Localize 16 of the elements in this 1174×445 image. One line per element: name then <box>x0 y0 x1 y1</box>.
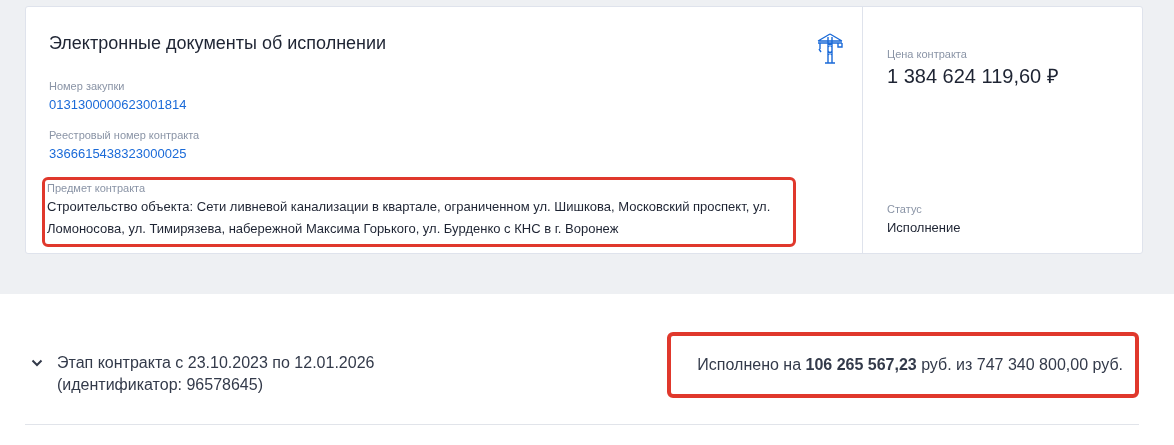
field-link[interactable]: 3366615438323000025 <box>49 143 839 165</box>
progress-text: Исполнено на 106 265 567,23 руб. из 747 340 800,00 руб. <box>697 356 1123 373</box>
field-label: Номер закупки <box>49 79 126 94</box>
stage-title: Этап контракта с 23.10.2023 по 12.01.2026 <box>57 353 375 373</box>
status-value: Исполнение <box>887 219 962 237</box>
crane-icon <box>816 33 844 65</box>
field-label: Статус <box>887 202 923 217</box>
chevron-icon[interactable] <box>31 359 43 367</box>
field-label: Реестровый номер контракта <box>49 128 201 143</box>
field-label: Предмет контракта <box>47 181 147 196</box>
stage-identifier: (идентификатор: 96578645) <box>57 375 264 395</box>
price-value: 1 384 624 119,60 ₽ <box>887 64 1060 89</box>
card-title: Электронные документы об исполнении <box>49 33 387 54</box>
field-value: Строительство объекта: Сети ливневой канализации в квартале, ограниченном ул. Шишкова, Московский проспект, ул. Ломоносова, ул. Тимирязева, набережной Максима Горького, ул. Бурденко с КНС в г. Воронеж <box>47 198 772 238</box>
field-label: Цена контракта <box>887 47 968 62</box>
field-link[interactable]: 0131300000623001814 <box>49 94 839 116</box>
